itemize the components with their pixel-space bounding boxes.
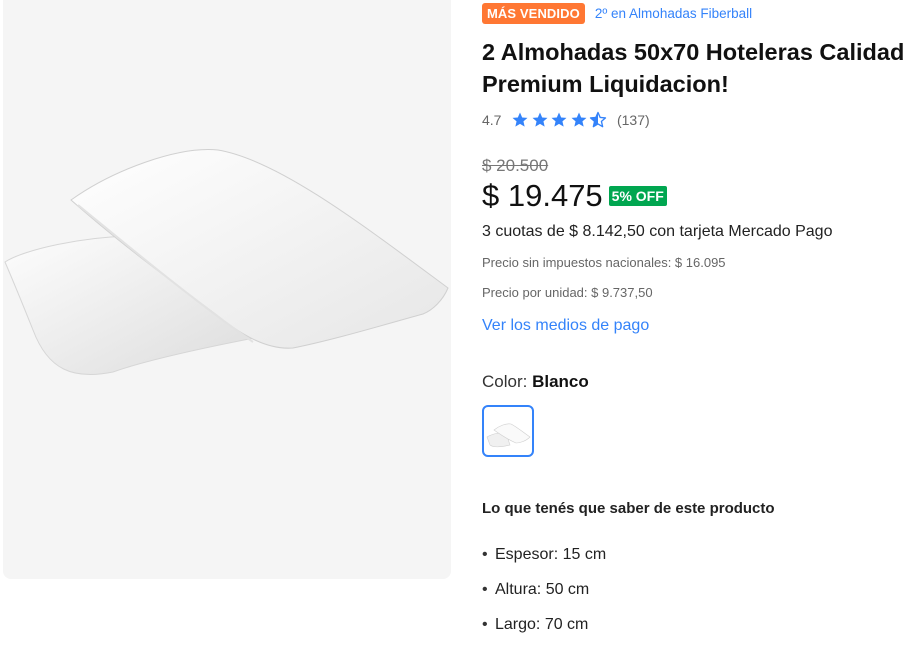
discount-badge: 5% OFF [608, 186, 667, 206]
star-half-icon [590, 111, 607, 128]
rating-stars [511, 111, 609, 129]
best-seller-badge: MÁS VENDIDO [482, 3, 585, 24]
product-image-gallery[interactable] [3, 0, 451, 579]
rating-row[interactable]: 4.7 (137) [482, 111, 650, 129]
color-swatch-blanco[interactable] [482, 405, 534, 457]
product-highlights-title: Lo que tenés que saber de este producto [482, 500, 775, 517]
original-price: $ 20.500 [482, 156, 549, 175]
review-count: (137) [616, 112, 650, 128]
color-value: Blanco [532, 372, 589, 391]
category-rank-link[interactable]: 2º en Almohadas Fiberball [595, 6, 752, 21]
spec-item: • Altura: 50 cm [482, 580, 606, 615]
rating-value: 4.7 [482, 112, 502, 128]
pillows-image [4, 149, 449, 376]
price-row: $ 19.475 5% OFF [482, 178, 667, 214]
payment-methods-link[interactable]: Ver los medios de pago [482, 317, 649, 335]
bullet-icon: • [482, 581, 488, 598]
color-label: Color: [482, 372, 528, 391]
star-icon [532, 112, 548, 127]
star-icon [512, 112, 528, 127]
badge-row: MÁS VENDIDO 2º en Almohadas Fiberball [482, 3, 752, 24]
current-price: $ 19.475 [482, 178, 603, 213]
installments-text: 3 cuotas de $ 8.142,50 con tarjeta Merca… [482, 223, 833, 240]
color-selector-label: Color: Blanco [482, 372, 589, 392]
bullet-icon: • [482, 546, 488, 563]
spec-item: • Espesor: 15 cm [482, 545, 606, 580]
swatch-thumbnail [486, 423, 531, 448]
star-icon [571, 112, 587, 127]
spec-text: Altura: 50 cm [495, 581, 590, 598]
unit-price: Precio por unidad: $ 9.737,50 [482, 285, 653, 300]
tax-free-price: Precio sin impuestos nacionales: $ 16.09… [482, 255, 726, 270]
star-icon [551, 112, 567, 127]
spec-text: Espesor: 15 cm [495, 546, 607, 563]
specs-list: • Espesor: 15 cm • Altura: 50 cm • Largo: 7… [482, 545, 606, 650]
product-title: 2 Almohadas 50x70 Hoteleras Calidad Prem… [482, 39, 905, 97]
